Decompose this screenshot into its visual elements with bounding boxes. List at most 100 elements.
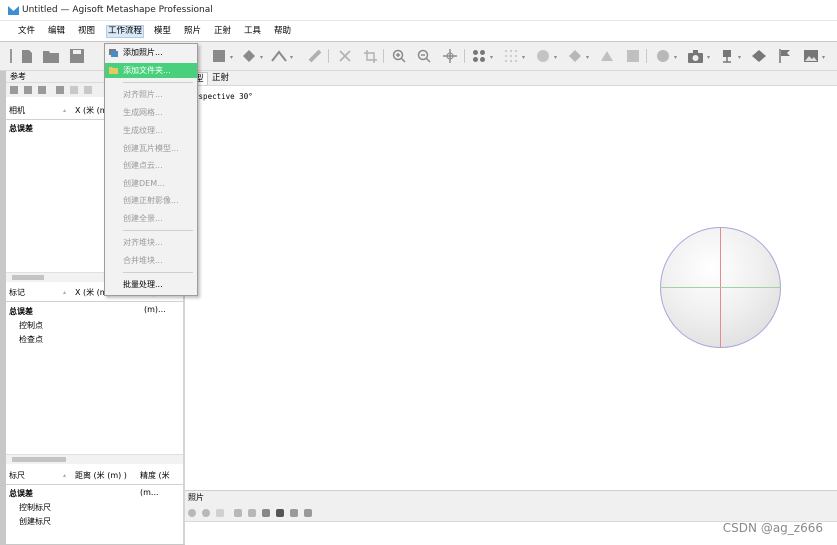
mask-icon[interactable] xyxy=(276,509,284,517)
orthomosaic-icon[interactable] xyxy=(624,47,642,65)
scroll-thumb[interactable] xyxy=(12,457,66,462)
photos-toolbar xyxy=(185,505,837,522)
small-icons-icon[interactable] xyxy=(290,509,298,517)
scalebars-col-name[interactable]: 标尺 xyxy=(9,467,25,484)
scroll-thumb[interactable] xyxy=(12,275,44,280)
scalebars-row-total-error[interactable]: 总误差 xyxy=(9,488,33,500)
remove-photo-icon[interactable] xyxy=(216,509,224,517)
rotate-left-icon[interactable] xyxy=(188,509,196,517)
menu-ortho[interactable]: 正射 xyxy=(213,26,232,37)
rotate-right-icon[interactable] xyxy=(202,509,210,517)
window-title: Untitled — Agisoft Metashape Professiona… xyxy=(22,5,213,15)
ruler-tool-icon[interactable] xyxy=(270,47,288,65)
flag-icon[interactable] xyxy=(776,47,794,65)
cameras-row-total-error[interactable]: 总误差 xyxy=(9,123,33,135)
menu-item-align-chunks[interactable]: 对齐堆块... xyxy=(105,235,197,250)
binoculars-icon[interactable] xyxy=(262,509,270,517)
menu-help[interactable]: 帮助 xyxy=(273,26,292,37)
markers-col-name[interactable]: 标记 xyxy=(9,284,25,301)
ruler-tool-dropdown-icon[interactable]: ▾ xyxy=(290,54,293,61)
menu-item-align-photos[interactable]: 对齐照片... xyxy=(105,87,197,102)
image-mask-icon[interactable] xyxy=(248,509,256,517)
open-folder-icon[interactable] xyxy=(42,47,60,65)
save-icon[interactable] xyxy=(68,47,86,65)
model-shaded-dropdown-icon[interactable]: ▾ xyxy=(554,54,557,61)
menu-item-build-dem[interactable]: 创建DEM... xyxy=(105,176,197,191)
globe-icon[interactable] xyxy=(654,47,672,65)
menu-item-build-orthomosaic[interactable]: 创建正射影像... xyxy=(105,193,197,208)
tiled-model-dropdown-icon[interactable]: ▾ xyxy=(586,54,589,61)
menu-file[interactable]: 文件 xyxy=(17,26,36,37)
import-icon[interactable] xyxy=(10,86,18,94)
menu-item-add-photos[interactable]: 添加照片... xyxy=(105,45,197,60)
camera-icon[interactable] xyxy=(686,47,704,65)
star-icon[interactable] xyxy=(70,86,78,94)
scalebars-col-accuracy[interactable]: 精度 (米 (m... xyxy=(140,467,183,501)
export-icon[interactable] xyxy=(24,86,32,94)
paint-tool-icon[interactable] xyxy=(240,47,258,65)
menu-edit[interactable]: 编辑 xyxy=(47,26,66,37)
drone-icon[interactable] xyxy=(718,47,736,65)
tab-ortho[interactable]: 正射 xyxy=(209,72,232,84)
menu-item-batch-process[interactable]: 批量处理... xyxy=(105,277,197,292)
scalebars-row-create-scalebar[interactable]: 创建标尺 xyxy=(19,516,51,528)
camera-dropdown-icon[interactable]: ▾ xyxy=(707,54,710,61)
marker-icon[interactable] xyxy=(750,47,768,65)
menu-item-build-point-cloud[interactable]: 创建点云... xyxy=(105,158,197,173)
cameras-col-name[interactable]: 相机 xyxy=(9,102,25,119)
menu-item-build-mesh[interactable]: 生成网格... xyxy=(105,105,197,120)
menu-model[interactable]: 模型 xyxy=(153,26,172,37)
menu-item-build-texture[interactable]: 生成纹理... xyxy=(105,123,197,138)
menu-item-build-tiled-model[interactable]: 创建瓦片模型... xyxy=(105,141,197,156)
menu-item-add-folder[interactable]: 添加文件夹... xyxy=(105,63,197,78)
image-icon[interactable] xyxy=(234,509,242,517)
new-document-icon[interactable] xyxy=(18,47,36,65)
model-shaded-icon[interactable] xyxy=(534,47,552,65)
markers-row-total-error[interactable]: 总误差 xyxy=(9,306,33,318)
refresh-icon[interactable] xyxy=(84,86,92,94)
markers-row-control-points[interactable]: 控制点 xyxy=(19,320,43,332)
image-view-icon[interactable] xyxy=(802,47,820,65)
show-cameras-icon[interactable] xyxy=(470,47,488,65)
scalebars-col-distance[interactable]: 距离 (米 (m) ) xyxy=(75,467,127,484)
scalebars-row-control-scalebars[interactable]: 控制标尺 xyxy=(19,502,51,514)
select-tool-icon[interactable] xyxy=(210,47,228,65)
menu-tools[interactable]: 工具 xyxy=(243,26,262,37)
menu-photo[interactable]: 照片 xyxy=(183,26,202,37)
scalebars-table-header: 标尺 ▴ 距离 (米 (m) ) 精度 (米 (m... xyxy=(6,467,183,497)
menu-workflow[interactable]: 工作流程 xyxy=(105,25,145,38)
menu-view[interactable]: 视图 xyxy=(77,26,96,37)
drone-dropdown-icon[interactable]: ▾ xyxy=(738,54,741,61)
tiled-model-icon[interactable] xyxy=(566,47,584,65)
delete-icon[interactable] xyxy=(336,47,354,65)
eraser-icon[interactable] xyxy=(306,47,324,65)
zoom-out-icon[interactable] xyxy=(415,47,433,65)
zoom-in-icon[interactable] xyxy=(390,47,408,65)
markers-row-check-points[interactable]: 检查点 xyxy=(19,334,43,346)
grid-view-icon[interactable] xyxy=(304,509,312,517)
select-tool-dropdown-icon[interactable]: ▾ xyxy=(230,54,233,61)
menu-bar: 文件 编辑 视图 工作流程 模型 照片 正射 工具 帮助 xyxy=(0,21,837,41)
view-tabs: 型 正射 xyxy=(185,71,837,86)
add-folder-icon xyxy=(109,67,118,74)
menu-item-label: 添加文件夹... xyxy=(123,66,171,75)
point-cloud-icon[interactable] xyxy=(502,47,520,65)
app-logo-icon xyxy=(8,6,19,15)
image-view-dropdown-icon[interactable]: ▾ xyxy=(822,54,825,61)
trackball-widget[interactable] xyxy=(660,227,781,348)
crop-icon[interactable] xyxy=(361,47,379,65)
paint-tool-dropdown-icon[interactable]: ▾ xyxy=(260,54,263,61)
settings-icon[interactable] xyxy=(56,86,64,94)
convert-icon[interactable] xyxy=(38,86,46,94)
point-cloud-dropdown-icon[interactable]: ▾ xyxy=(522,54,525,61)
photos-panel: 照片 xyxy=(185,490,837,545)
globe-dropdown-icon[interactable]: ▾ xyxy=(674,54,677,61)
show-cameras-dropdown-icon[interactable]: ▾ xyxy=(490,54,493,61)
add-photo-icon xyxy=(109,49,118,57)
markers-hscrollbar[interactable] xyxy=(6,454,183,464)
menu-item-build-panorama[interactable]: 创建全景... xyxy=(105,211,197,226)
move-icon[interactable] xyxy=(441,47,459,65)
title-bar: Untitled — Agisoft Metashape Professiona… xyxy=(0,0,837,21)
menu-item-merge-chunks[interactable]: 合并堆块... xyxy=(105,253,197,268)
dem-icon[interactable] xyxy=(598,47,616,65)
